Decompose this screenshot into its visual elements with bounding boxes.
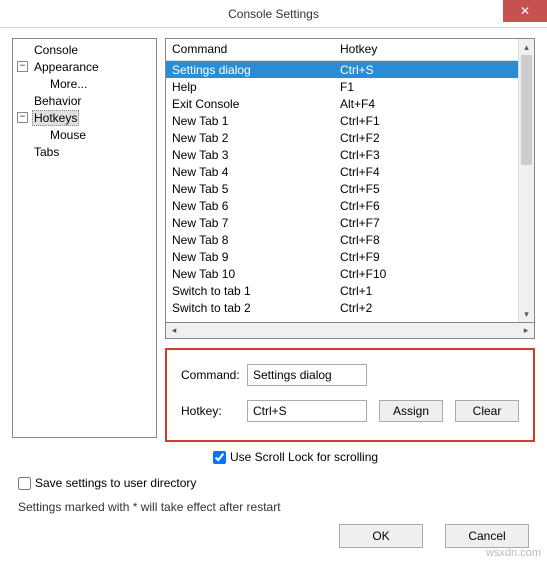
tree-item-appearance[interactable]: −Appearance [13, 58, 156, 75]
nav-tree[interactable]: Console −Appearance More... Behavior −Ho… [12, 38, 157, 438]
cell-command: New Tab 2 [166, 131, 334, 145]
col-hotkey[interactable]: Hotkey [334, 39, 384, 60]
list-row[interactable]: Switch to tab 2Ctrl+2 [166, 299, 518, 316]
cell-command: New Tab 9 [166, 250, 334, 264]
cell-hotkey: Ctrl+F2 [334, 131, 386, 145]
cell-hotkey: Ctrl+F8 [334, 233, 386, 247]
close-button[interactable]: ✕ [503, 0, 547, 22]
tree-item-tabs[interactable]: Tabs [13, 143, 156, 160]
close-icon: ✕ [520, 4, 530, 18]
assign-button[interactable]: Assign [379, 400, 443, 422]
cell-command: Switch to tab 1 [166, 284, 334, 298]
save-user-dir-checkbox[interactable] [18, 477, 31, 490]
list-row[interactable]: New Tab 5Ctrl+F5 [166, 180, 518, 197]
cell-command: Exit Console [166, 97, 334, 111]
ok-button[interactable]: OK [339, 524, 423, 548]
list-row[interactable]: HelpF1 [166, 78, 518, 95]
list-row[interactable]: New Tab 1Ctrl+F1 [166, 112, 518, 129]
scroll-up-icon[interactable]: ▴ [519, 39, 534, 55]
tree-item-more[interactable]: More... [13, 75, 156, 92]
cell-hotkey: Ctrl+F4 [334, 165, 386, 179]
cell-hotkey: Alt+F4 [334, 97, 381, 111]
hotkey-label: Hotkey: [181, 404, 247, 418]
cancel-button[interactable]: Cancel [445, 524, 529, 548]
list-row[interactable]: Switch to tab 1Ctrl+1 [166, 282, 518, 299]
cell-command: New Tab 4 [166, 165, 334, 179]
cell-command: New Tab 6 [166, 199, 334, 213]
cell-command: Settings dialog [166, 63, 334, 77]
collapse-icon[interactable]: − [17, 61, 28, 72]
hotkey-edit-panel: Command: Hotkey: Assign Clear [165, 348, 535, 442]
cell-hotkey: Ctrl+F7 [334, 216, 386, 230]
tree-item-mouse[interactable]: Mouse [13, 126, 156, 143]
cell-command: New Tab 5 [166, 182, 334, 196]
cell-hotkey: Ctrl+F10 [334, 267, 392, 281]
scroll-thumb[interactable] [521, 55, 532, 165]
clear-button[interactable]: Clear [455, 400, 519, 422]
cell-hotkey: Ctrl+F5 [334, 182, 386, 196]
list-row[interactable]: New Tab 4Ctrl+F4 [166, 163, 518, 180]
cell-command: New Tab 1 [166, 114, 334, 128]
cell-hotkey: Ctrl+F3 [334, 148, 386, 162]
list-row[interactable]: New Tab 7Ctrl+F7 [166, 214, 518, 231]
list-row[interactable]: New Tab 2Ctrl+F2 [166, 129, 518, 146]
hotkey-list[interactable]: Command Hotkey Settings dialogCtrl+SHelp… [165, 38, 535, 323]
watermark: wsxdn.com [486, 547, 541, 559]
cell-hotkey: Ctrl+S [334, 63, 380, 77]
cell-hotkey: Ctrl+F1 [334, 114, 386, 128]
cell-command: Help [166, 80, 334, 94]
cell-hotkey: Ctrl+F6 [334, 199, 386, 213]
list-row[interactable]: New Tab 9Ctrl+F9 [166, 248, 518, 265]
cell-command: New Tab 10 [166, 267, 334, 281]
save-user-dir-label: Save settings to user directory [35, 476, 196, 490]
list-row[interactable]: Settings dialogCtrl+S [166, 61, 518, 78]
list-row[interactable]: New Tab 6Ctrl+F6 [166, 197, 518, 214]
scroll-lock-label: Use Scroll Lock for scrolling [230, 450, 378, 464]
cell-command: New Tab 7 [166, 216, 334, 230]
cell-command: New Tab 8 [166, 233, 334, 247]
tree-item-hotkeys[interactable]: −Hotkeys [13, 109, 156, 126]
cell-hotkey: Ctrl+1 [334, 284, 378, 298]
tree-item-console[interactable]: Console [13, 41, 156, 58]
scroll-right-icon[interactable]: ▸ [518, 325, 534, 336]
horizontal-scrollbar[interactable]: ◂ ▸ [165, 323, 535, 339]
command-field[interactable] [247, 364, 367, 386]
cell-command: New Tab 3 [166, 148, 334, 162]
command-label: Command: [181, 368, 247, 382]
collapse-icon[interactable]: − [17, 112, 28, 123]
col-command[interactable]: Command [166, 39, 334, 60]
tree-item-behavior[interactable]: Behavior [13, 92, 156, 109]
vertical-scrollbar[interactable]: ▴ ▾ [518, 39, 534, 322]
list-row[interactable]: New Tab 8Ctrl+F8 [166, 231, 518, 248]
scroll-down-icon[interactable]: ▾ [519, 306, 534, 322]
cell-command: Switch to tab 2 [166, 301, 334, 315]
list-row[interactable]: Exit ConsoleAlt+F4 [166, 95, 518, 112]
hotkey-field[interactable] [247, 400, 367, 422]
cell-hotkey: Ctrl+2 [334, 301, 378, 315]
scroll-lock-checkbox[interactable] [213, 451, 226, 464]
scroll-left-icon[interactable]: ◂ [166, 325, 182, 336]
window-title: Console Settings [228, 7, 319, 21]
list-row[interactable]: New Tab 3Ctrl+F3 [166, 146, 518, 163]
cell-hotkey: Ctrl+F9 [334, 250, 386, 264]
list-header: Command Hotkey [166, 39, 518, 61]
cell-hotkey: F1 [334, 80, 360, 94]
titlebar: Console Settings ✕ [0, 0, 547, 28]
restart-note: Settings marked with * will take effect … [18, 500, 529, 514]
list-row[interactable]: New Tab 10Ctrl+F10 [166, 265, 518, 282]
